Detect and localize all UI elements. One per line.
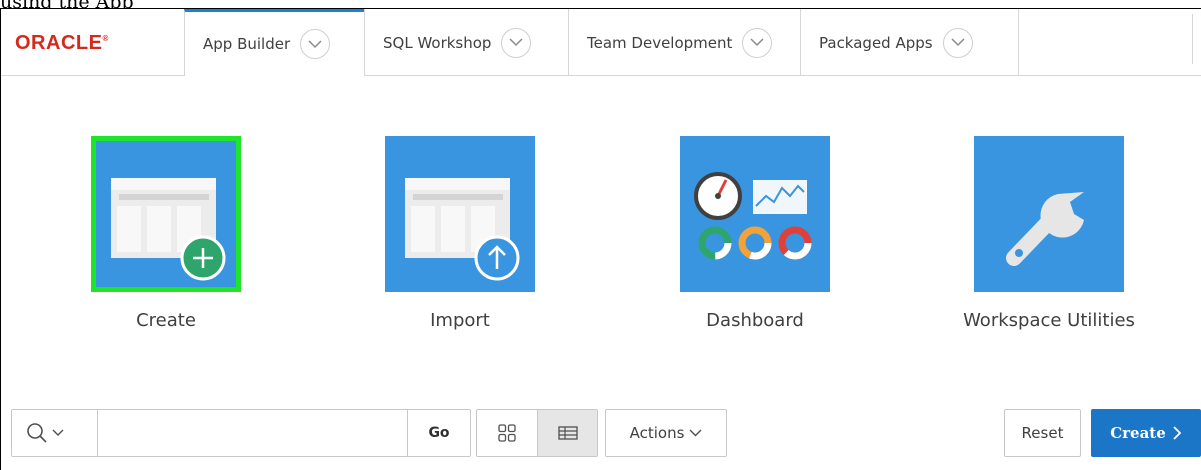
dashboard-icon (694, 172, 812, 260)
tab-divider (1018, 9, 1019, 76)
dashboard-tile[interactable] (680, 136, 830, 292)
search-input[interactable] (100, 412, 400, 454)
grid-icon (498, 424, 516, 442)
view-switcher (476, 409, 598, 457)
actions-label: Actions (629, 424, 685, 442)
top-navigation-bar: ORACLE® App Builder SQL Workshop Team De… (1, 9, 1201, 76)
search-box: Go (11, 409, 471, 457)
workspace-utilities-tile-label[interactable]: Workspace Utilities (919, 310, 1179, 331)
chevron-down-icon[interactable] (742, 27, 773, 58)
report-view-button[interactable] (537, 410, 597, 456)
dashboard-tile-label[interactable]: Dashboard (625, 310, 885, 331)
create-tile-label[interactable]: Create (36, 310, 296, 331)
search-icon (27, 423, 47, 443)
oracle-logo[interactable]: ORACLE® (15, 32, 109, 55)
tab-app-builder[interactable]: App Builder (184, 9, 364, 76)
create-tile[interactable] (91, 136, 241, 292)
reset-label: Reset (1021, 424, 1064, 442)
chevron-down-icon[interactable] (300, 29, 331, 59)
table-icon (557, 426, 578, 440)
import-app-icon (405, 178, 520, 281)
logo-text: ORACLE (15, 32, 103, 54)
actions-menu-button[interactable]: Actions (605, 409, 727, 457)
chevron-right-icon (1173, 426, 1182, 440)
tab-team-development[interactable]: Team Development (568, 9, 800, 76)
chevron-down-icon (689, 429, 702, 437)
app-window: ORACLE® App Builder SQL Workshop Team De… (0, 8, 1201, 470)
chevron-down-icon (52, 429, 64, 436)
nav-divider (1192, 14, 1193, 64)
search-divider (97, 410, 98, 456)
import-tile[interactable] (385, 136, 535, 292)
tab-packaged-apps[interactable]: Packaged Apps (800, 9, 1018, 76)
create-app-icon (111, 178, 226, 281)
create-button[interactable]: Create (1091, 409, 1201, 457)
go-button[interactable]: Go (408, 410, 470, 456)
icon-view-button[interactable] (477, 410, 537, 456)
tab-label: App Builder (203, 35, 291, 53)
reset-button[interactable]: Reset (1004, 409, 1081, 457)
registered-mark: ® (102, 34, 109, 43)
tab-label: Team Development (587, 33, 733, 52)
report-toolbar: Go Actions Reset Create (1, 409, 1201, 470)
wrench-icon (1006, 192, 1084, 266)
chevron-down-icon[interactable] (501, 27, 532, 58)
create-label: Create (1110, 424, 1166, 442)
tab-label: SQL Workshop (383, 33, 492, 52)
search-column-menu[interactable] (12, 410, 97, 456)
import-tile-label[interactable]: Import (330, 310, 590, 331)
chevron-down-icon[interactable] (942, 27, 973, 58)
tab-sql-workshop[interactable]: SQL Workshop (364, 9, 568, 76)
workspace-utilities-tile[interactable] (974, 136, 1124, 292)
tab-label: Packaged Apps (819, 33, 933, 52)
